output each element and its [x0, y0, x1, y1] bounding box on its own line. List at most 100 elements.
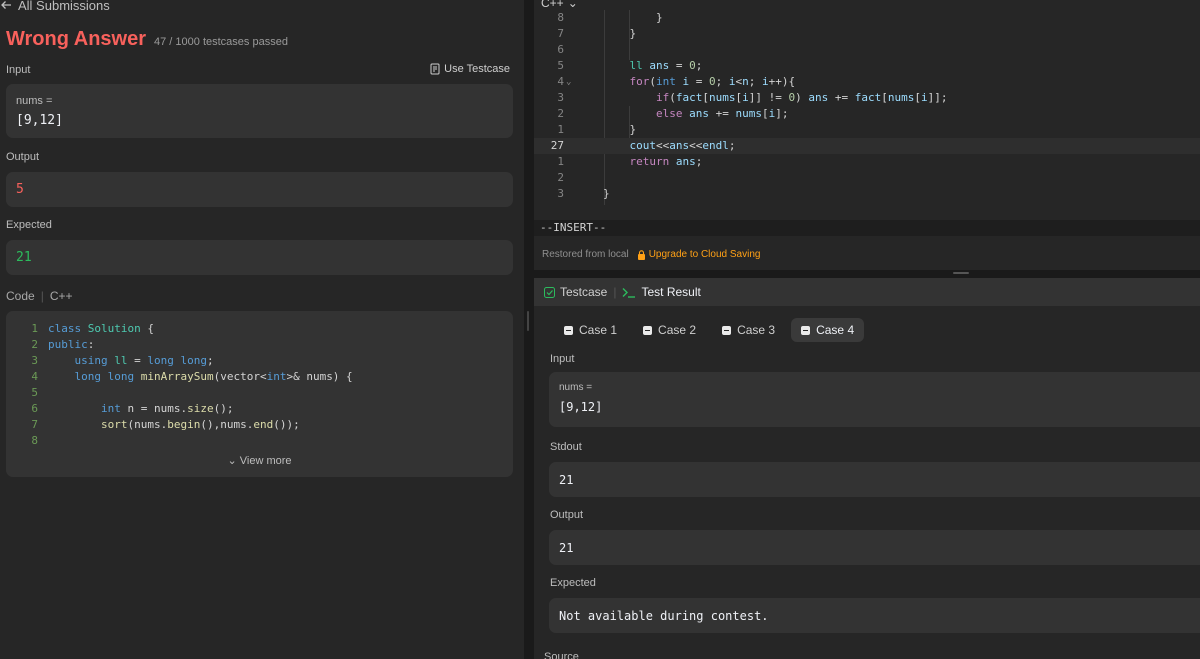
code-line: 7 sort(nums.begin(),nums.end()); — [6, 417, 353, 433]
line-number: 3 — [31, 354, 38, 367]
code-language: C++ — [49, 289, 73, 303]
line-text: } — [629, 123, 637, 136]
test-panel: Testcase | Test Result Case 1 Case 2 Case … — [534, 278, 1200, 659]
line-number: 3 — [557, 91, 564, 104]
code-lines: 1 class Solution {2 public: 3 using ll = lo… — [6, 321, 353, 449]
case-tabs: Case 1 Case 2 Case 3 Case 4 — [554, 318, 865, 342]
editor-line[interactable]: 4 ⌄ for(int i = 0; i<n; i++){ — [534, 74, 1200, 90]
code-label: Code — [6, 289, 35, 303]
back-label: All Submissions — [18, 0, 110, 13]
case-tab-label: Case 2 — [658, 323, 697, 337]
stdout-label: Stdout — [550, 441, 582, 453]
line-number: 4 — [557, 75, 564, 88]
test-tabs: Testcase | Test Result — [534, 278, 1200, 306]
testcases-passed: 47 / 1000 testcases passed — [154, 36, 288, 48]
editor-line[interactable]: 3 if(fact[nums[i]] != 0) ans += fact[num… — [534, 90, 1200, 106]
line-text: public: — [48, 338, 95, 351]
checkbox-icon — [544, 286, 555, 298]
line-number: 27 — [550, 139, 564, 152]
line-text: cout<<ans<<endl; — [629, 139, 736, 152]
case-tab-4[interactable]: Case 4 — [791, 318, 865, 342]
line-text: if(fact[nums[i]] != 0) ans += fact[nums[… — [655, 91, 948, 104]
input-var: nums = — [16, 95, 53, 107]
line-number: 1 — [557, 155, 564, 168]
line-number: 4 — [31, 370, 38, 383]
case-tab-3[interactable]: Case 3 — [712, 318, 785, 342]
arrow-left-icon — [1, 1, 11, 9]
editor-line[interactable]: 8 } — [534, 10, 1200, 26]
code-header: Code | C++ — [6, 289, 73, 303]
line-number: 5 — [31, 386, 38, 399]
expected-box: 21 — [6, 240, 513, 275]
view-more-button[interactable]: ⌄ View more — [6, 454, 513, 467]
horizontal-resize-handle[interactable] — [534, 270, 1200, 278]
source-toggle[interactable]: Source — [544, 651, 579, 659]
stdout-value: 21 — [559, 473, 574, 487]
editor-line[interactable]: 5 ll ans = 0; — [534, 58, 1200, 74]
line-number: 5 — [557, 59, 564, 72]
save-status: Restored from local Upgrade to Cloud Sav… — [542, 249, 760, 260]
tab-test-result[interactable]: Test Result — [622, 285, 701, 299]
language-select[interactable]: C++ ⌄ — [541, 0, 578, 10]
output-label: Output — [6, 151, 40, 163]
fold-chevron-icon[interactable]: ⌄ — [566, 74, 571, 90]
line-text: return ans; — [629, 155, 703, 168]
test-input-var: nums = — [559, 382, 593, 393]
editor-line[interactable]: 3} — [534, 186, 1200, 202]
line-number: 8 — [557, 11, 564, 24]
upgrade-cloud-link[interactable]: Upgrade to Cloud Saving — [637, 249, 760, 260]
source-label: Source — [544, 651, 579, 659]
case-tab-1[interactable]: Case 1 — [554, 318, 627, 342]
code-editor[interactable]: C++ ⌄ 8 } 7 } 6 5 ll ans = 0; 4 ⌄ for(int i =… — [534, 0, 1200, 270]
tab-testcase-label: Testcase — [560, 285, 608, 299]
line-text: for(int i = 0; i<n; i++){ — [629, 75, 796, 88]
test-input-value: [9,12] — [559, 400, 603, 414]
editor-line[interactable]: 1 } — [534, 122, 1200, 138]
editor-lines[interactable]: 8 } 7 } 6 5 ll ans = 0; 4 ⌄ for(int i = 0; i<… — [534, 10, 1200, 202]
editor-line[interactable]: 6 — [534, 42, 1200, 58]
line-text: } — [655, 11, 663, 24]
editor-current-line[interactable]: 27 cout<<ans<<endl; — [534, 138, 1200, 154]
all-submissions-link[interactable]: All Submissions — [0, 0, 110, 13]
line-text: ll ans = 0; — [629, 59, 703, 72]
code-line: 5 — [6, 385, 353, 401]
line-text: } — [603, 187, 610, 200]
editor-line[interactable]: 1 return ans; — [534, 154, 1200, 170]
case-status-icon — [801, 325, 811, 335]
vim-mode-indicator: --INSERT-- — [534, 220, 1200, 236]
use-testcase-button[interactable]: Use Testcase — [430, 63, 510, 75]
line-text: using ll = long long; — [74, 354, 214, 367]
case-tab-label: Case 1 — [579, 323, 618, 337]
chevrons-down-icon: ⌄ — [227, 455, 237, 467]
testcase-icon — [430, 63, 440, 75]
test-input-box: nums = [9,12] — [549, 372, 1200, 427]
view-more-label: View more — [239, 455, 292, 467]
chevron-down-icon: ⌄ — [567, 0, 578, 10]
input-value: [9,12] — [16, 113, 63, 128]
code-line: 2 public: — [6, 337, 353, 353]
code-line: 3 using ll = long long; — [6, 353, 353, 369]
test-output-value: 21 — [559, 541, 574, 555]
language-label: C++ — [541, 0, 564, 10]
vertical-resize-handle[interactable] — [524, 0, 534, 659]
code-line: 6 int n = nums.size(); — [6, 401, 353, 417]
restored-label: Restored from local — [542, 249, 629, 260]
lock-icon — [637, 249, 645, 260]
line-text: sort(nums.begin(),nums.end()); — [100, 418, 300, 431]
editor-line[interactable]: 7 } — [534, 26, 1200, 42]
submission-panel: All Submissions Wrong Answer 47 / 1000 t… — [0, 0, 524, 659]
editor-line[interactable]: 2 else ans += nums[i]; — [534, 106, 1200, 122]
line-number: 2 — [557, 107, 564, 120]
case-tab-2[interactable]: Case 2 — [633, 318, 706, 342]
expected-value: 21 — [16, 250, 32, 265]
line-number: 7 — [31, 418, 38, 431]
result-title: Wrong Answer — [6, 28, 147, 50]
submitted-code: 1 class Solution {2 public: 3 using ll = lo… — [6, 311, 513, 477]
stdout-box: 21 — [549, 462, 1200, 497]
editor-line[interactable]: 2 — [534, 170, 1200, 186]
case-status-icon — [564, 325, 573, 335]
line-number: 7 — [557, 27, 564, 40]
line-number: 2 — [557, 171, 564, 184]
tab-testcase[interactable]: Testcase — [544, 285, 607, 299]
input-label: Input — [6, 64, 31, 76]
